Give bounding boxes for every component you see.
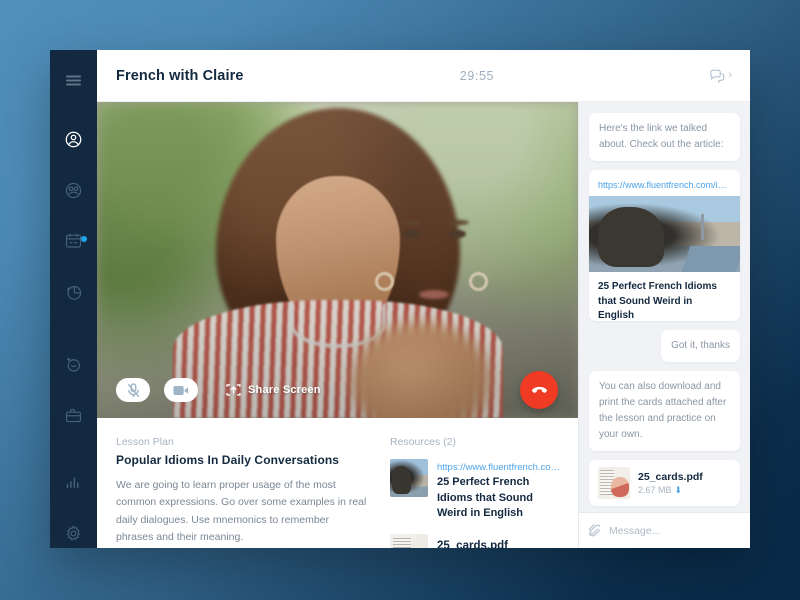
resources-panel: Resources (2) https://www.fluentfrench.c… xyxy=(387,436,578,548)
chat-link-title: 25 Perfect French Idioms that Sound Weir… xyxy=(598,281,717,321)
chat-link-thumbnail xyxy=(589,196,740,272)
chat-file-thumbnail xyxy=(598,467,630,499)
external-link-icon: ↗ xyxy=(729,177,737,186)
chat-link-card[interactable]: https://www.fluentfrench.com/idi.. ↗ 25 P… xyxy=(589,170,740,321)
lesson-plan: Lesson Plan Popular Idioms In Daily Conv… xyxy=(97,436,387,548)
chat-file-size: 2.67 MB ⬇ xyxy=(638,484,683,495)
resource-link-thumbnail xyxy=(390,459,428,497)
resource-file-name[interactable]: 25_cards.pdf xyxy=(437,540,508,548)
chat-link-url[interactable]: https://www.fluentfrench.com/idi.. ↗ xyxy=(589,170,740,196)
page-title: French with Claire xyxy=(116,67,244,84)
sidebar-item-statistics[interactable] xyxy=(50,468,97,497)
mic-mute-button[interactable] xyxy=(116,378,150,402)
camera-button[interactable] xyxy=(164,378,198,402)
app-header: French with Claire 29:55 › xyxy=(97,50,750,102)
chat-bubbles-icon xyxy=(710,69,725,83)
body-split: Share Screen Lesson Plan Popular Idioms … xyxy=(97,102,750,548)
video-stage: Share Screen xyxy=(97,102,578,418)
lesson-plan-title: Popular Idioms In Daily Conversations xyxy=(116,453,340,467)
resources-title: Resources (2) xyxy=(390,436,456,448)
share-screen-icon xyxy=(226,383,241,396)
sidebar-item-add-contact[interactable] xyxy=(50,350,97,379)
list-item[interactable]: 25_cards.pdf 2.67 MB⬇ xyxy=(390,533,562,548)
header-right-group: 29:55 xyxy=(460,69,494,83)
chat-file-card[interactable]: 25_cards.pdf 2.67 MB ⬇ xyxy=(589,460,740,506)
share-screen-label: Share Screen xyxy=(248,384,321,396)
chat-message-list[interactable]: Here's the link we talked about. Check o… xyxy=(579,102,750,512)
sidebar-item-profile[interactable] xyxy=(50,125,97,154)
chat-composer xyxy=(579,512,750,548)
sidebar-item-history[interactable] xyxy=(50,278,97,307)
main-column: French with Claire 29:55 › Share Screen … xyxy=(97,50,750,548)
app-window: French with Claire 29:55 › Share Screen … xyxy=(50,50,750,548)
chat-file-name: 25_cards.pdf xyxy=(638,470,703,483)
sidebar-item-calendar[interactable] xyxy=(50,227,97,256)
chat-message-bubble-own: Got it, thanks xyxy=(661,330,740,362)
lesson-section: Lesson Plan Popular Idioms In Daily Conv… xyxy=(97,418,578,548)
lesson-plan-description: We are going to learn proper usage of th… xyxy=(116,479,367,543)
chat-message-bubble: You can also download and print the card… xyxy=(589,371,740,451)
message-input[interactable] xyxy=(609,524,740,537)
call-timer: 29:55 xyxy=(459,68,495,83)
share-screen-button[interactable]: Share Screen xyxy=(226,383,321,398)
video-camera-icon xyxy=(173,385,189,395)
video-controls: Share Screen xyxy=(116,378,321,402)
hamburger-menu-icon[interactable] xyxy=(50,66,97,95)
resource-file-thumbnail xyxy=(390,533,428,548)
sidebar-item-community[interactable] xyxy=(50,176,97,205)
sidebar-item-briefcase[interactable] xyxy=(50,401,97,430)
resource-link-url[interactable]: https://www.fluentfrench.com/idioms↗ xyxy=(437,459,562,473)
download-icon[interactable]: ⬇ xyxy=(675,485,683,495)
paperclip-icon[interactable] xyxy=(589,523,600,538)
chat-toggle-button[interactable]: › xyxy=(710,69,732,83)
list-item[interactable]: https://www.fluentfrench.com/idioms↗ 25 … xyxy=(390,459,562,522)
left-pane: Share Screen Lesson Plan Popular Idioms … xyxy=(97,102,578,548)
hangup-button[interactable] xyxy=(520,371,558,409)
sidebar xyxy=(50,50,97,548)
chat-panel: Here's the link we talked about. Check o… xyxy=(578,102,750,548)
resource-link-headline[interactable]: 25 Perfect French Idioms that Sound Weir… xyxy=(437,475,562,522)
chat-toggle-chevron: › xyxy=(728,69,732,81)
phone-hangup-icon xyxy=(531,386,547,393)
lesson-plan-label: Lesson Plan xyxy=(116,436,174,448)
microphone-muted-icon xyxy=(127,382,139,397)
chat-message-bubble: Here's the link we talked about. Check o… xyxy=(589,113,740,161)
calendar-notification-badge xyxy=(81,235,87,242)
sidebar-item-settings[interactable] xyxy=(50,519,97,548)
video-vignette xyxy=(97,102,578,418)
